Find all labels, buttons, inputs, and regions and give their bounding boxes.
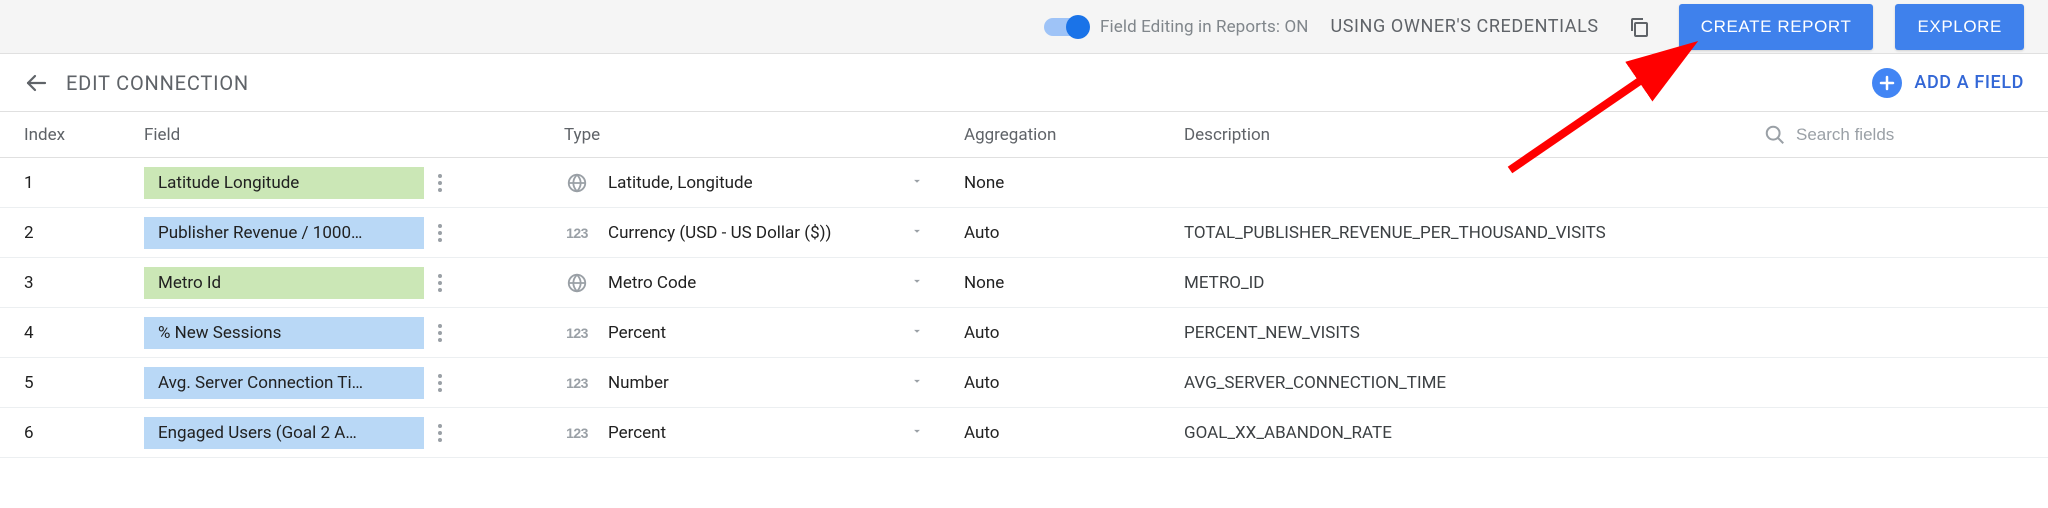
search-input[interactable] [1796,125,1976,145]
cell-type[interactable]: Latitude, Longitude [564,170,964,196]
cell-type[interactable]: 123 Number [564,370,964,396]
table-header: Index Field Type Aggregation Description [0,112,2048,158]
globe-icon [564,170,590,196]
chevron-down-icon[interactable] [910,223,924,243]
field-menu-button[interactable] [438,324,442,342]
add-field-button[interactable]: ADD A FIELD [1872,68,2024,98]
field-editing-toggle[interactable] [1044,18,1088,36]
cell-field: % New Sessions [144,317,564,349]
plus-icon [1879,75,1895,91]
explore-button[interactable]: EXPLORE [1895,4,2024,50]
cell-type[interactable]: 123 Percent [564,320,964,346]
globe-icon [564,270,590,296]
credentials-label: USING OWNER'S CREDENTIALS [1331,16,1599,37]
table-row: 4% New Sessions 123 Percent AutoPERCENT_NEW… [0,308,2048,358]
cell-description: METRO_ID [1184,273,1764,293]
type-label: Currency (USD - US Dollar ($)) [608,223,892,243]
type-label: Number [608,373,892,393]
field-chip[interactable]: % New Sessions [144,317,424,349]
cell-aggregation[interactable]: Auto [964,423,1184,443]
table-body: 1Latitude Longitude Latitude, Longitude No… [0,158,2048,458]
cell-index: 2 [24,223,144,243]
table-row: 3Metro Id Metro Code NoneMETRO_ID [0,258,2048,308]
field-menu-button[interactable] [438,174,442,192]
search-icon [1764,124,1786,146]
cell-index: 4 [24,323,144,343]
number-icon: 123 [564,220,590,246]
cell-aggregation[interactable]: Auto [964,323,1184,343]
field-editing-toggle-wrap: Field Editing in Reports: ON [1044,17,1309,37]
field-chip[interactable]: Engaged Users (Goal 2 A… [144,417,424,449]
cell-description: AVG_SERVER_CONNECTION_TIME [1184,373,1764,393]
field-menu-button[interactable] [438,224,442,242]
cell-field: Metro Id [144,267,564,299]
type-label: Latitude, Longitude [608,173,892,193]
field-menu-button[interactable] [438,374,442,392]
header-index: Index [24,125,144,145]
cell-description: GOAL_XX_ABANDON_RATE [1184,423,1764,443]
search-wrap [1764,124,2024,146]
cell-index: 1 [24,173,144,193]
number-icon: 123 [564,370,590,396]
header-aggregation: Aggregation [964,125,1184,145]
field-chip[interactable]: Publisher Revenue / 1000… [144,217,424,249]
chevron-down-icon[interactable] [910,423,924,443]
cell-type[interactable]: 123 Currency (USD - US Dollar ($)) [564,220,964,246]
field-editing-label: Field Editing in Reports: ON [1100,17,1309,37]
toggle-knob [1066,15,1090,39]
type-label: Percent [608,323,892,343]
cell-description: TOTAL_PUBLISHER_REVENUE_PER_THOUSAND_VIS… [1184,223,1764,243]
number-icon: 123 [564,320,590,346]
table-row: 5Avg. Server Connection Ti… 123 Number Auto… [0,358,2048,408]
cell-index: 3 [24,273,144,293]
cell-index: 6 [24,423,144,443]
cell-field: Engaged Users (Goal 2 A… [144,417,564,449]
add-field-label: ADD A FIELD [1914,72,2024,93]
field-menu-button[interactable] [438,274,442,292]
chevron-down-icon[interactable] [910,323,924,343]
cell-description: PERCENT_NEW_VISITS [1184,323,1764,343]
copy-button[interactable] [1621,9,1657,45]
field-chip[interactable]: Avg. Server Connection Ti… [144,367,424,399]
header-field: Field [144,125,564,145]
chevron-down-icon[interactable] [910,373,924,393]
header-type: Type [564,125,964,145]
cell-aggregation[interactable]: Auto [964,373,1184,393]
create-report-button[interactable]: CREATE REPORT [1679,4,1874,50]
arrow-left-icon [24,71,48,95]
header-description: Description [1184,125,1764,145]
edit-bar: EDIT CONNECTION ADD A FIELD [0,54,2048,112]
cell-field: Avg. Server Connection Ti… [144,367,564,399]
cell-field: Publisher Revenue / 1000… [144,217,564,249]
table-row: 2Publisher Revenue / 1000… 123 Currency (U… [0,208,2048,258]
table-row: 1Latitude Longitude Latitude, Longitude No… [0,158,2048,208]
chevron-down-icon[interactable] [910,173,924,193]
top-bar: Field Editing in Reports: ON USING OWNER… [0,0,2048,54]
cell-type[interactable]: 123 Percent [564,420,964,446]
type-label: Percent [608,423,892,443]
table-row: 6Engaged Users (Goal 2 A… 123 Percent AutoG… [0,408,2048,458]
type-label: Metro Code [608,273,892,293]
copy-icon [1627,15,1651,39]
add-circle-icon [1872,68,1902,98]
edit-connection-title: EDIT CONNECTION [66,71,249,95]
back-button[interactable] [24,71,48,95]
cell-aggregation[interactable]: None [964,173,1184,193]
cell-aggregation[interactable]: Auto [964,223,1184,243]
field-chip[interactable]: Latitude Longitude [144,167,424,199]
cell-type[interactable]: Metro Code [564,270,964,296]
cell-aggregation[interactable]: None [964,273,1184,293]
field-menu-button[interactable] [438,424,442,442]
chevron-down-icon[interactable] [910,273,924,293]
number-icon: 123 [564,420,590,446]
cell-field: Latitude Longitude [144,167,564,199]
field-chip[interactable]: Metro Id [144,267,424,299]
cell-index: 5 [24,373,144,393]
